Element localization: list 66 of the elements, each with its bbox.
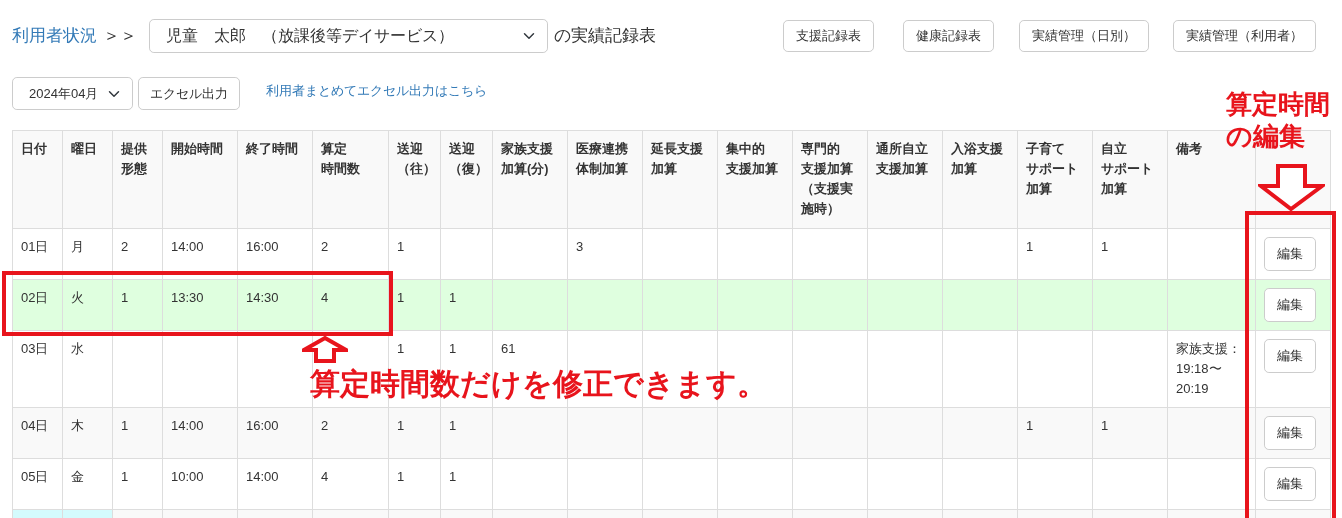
column-header: 延長支援 加算	[642, 130, 718, 229]
table-cell: 1	[388, 407, 441, 459]
export-button[interactable]: エクセル出力	[138, 77, 240, 110]
column-header: 家族支援 加算(分)	[492, 130, 568, 229]
page-title: の実績記録表	[554, 24, 656, 47]
column-header: 送迎 （往）	[388, 130, 441, 229]
table-cell: 14:00	[162, 407, 238, 459]
table-cell: 1	[440, 458, 493, 510]
arrow-icon	[302, 336, 348, 363]
table-cell: 04日	[12, 407, 63, 459]
table-cell: 1	[1017, 407, 1093, 459]
edit-button[interactable]: 編集	[1264, 416, 1316, 450]
table-cell: 1	[112, 279, 163, 331]
edit-button[interactable]: 編集	[1264, 288, 1316, 322]
breadcrumb-separator: ＞＞	[103, 24, 137, 47]
bulk-export-link[interactable]: 利用者まとめてエクセル出力はこちら	[266, 81, 487, 101]
table-cell: 木	[62, 407, 113, 459]
column-header: 子育て サポート 加算	[1017, 130, 1093, 229]
column-header: 通所自立 支援加算	[867, 130, 943, 229]
nav-button[interactable]: 実績管理（日別）	[1019, 19, 1149, 52]
column-header: 自立 サポート 加算	[1092, 130, 1168, 229]
table-cell: 1	[440, 407, 493, 459]
column-header: 入浴支援 加算	[942, 130, 1018, 229]
column-header: 送迎 （復）	[440, 130, 493, 229]
table-cell: 1	[1092, 228, 1168, 280]
column-header: 専門的 支援加算 （支援実 施時）	[792, 130, 868, 229]
annotation-text: 算定時間数だけを修正できます。	[310, 366, 767, 402]
edit-button[interactable]: 編集	[1264, 237, 1316, 271]
column-header: 算定 時間数	[312, 130, 389, 229]
column-header: 曜日	[62, 130, 113, 229]
column-header: 提供 形態	[112, 130, 163, 229]
column-header: 日付	[12, 130, 63, 229]
table-cell: 14:00	[237, 458, 313, 510]
annotation-text: 算定時間 の編集	[1226, 88, 1330, 152]
column-header: 医療連携 体制加算	[567, 130, 643, 229]
edit-button[interactable]: 編集	[1264, 467, 1316, 501]
breadcrumb-link[interactable]: 利用者状況	[12, 22, 97, 49]
column-header: 終了時間	[237, 130, 313, 229]
user-select[interactable]: 児童 太郎 （放課後等デイサービス）	[149, 18, 548, 53]
table-cell: 1	[112, 458, 163, 510]
table-cell: 10:00	[162, 458, 238, 510]
table-cell: 1	[440, 279, 493, 331]
table-cell: 1	[1017, 228, 1093, 280]
table-cell: 1	[112, 407, 163, 459]
edit-button[interactable]: 編集	[1264, 339, 1316, 373]
table-cell: 4	[312, 279, 389, 331]
nav-button[interactable]: 実績管理（利用者）	[1173, 19, 1316, 52]
column-header: 集中的 支援加算	[717, 130, 793, 229]
table-cell: 05日	[12, 458, 63, 510]
table-cell: 1	[388, 458, 441, 510]
table-cell: 13:30	[162, 279, 238, 331]
table-cell: 14:30	[237, 279, 313, 331]
table-cell: 16:00	[237, 407, 313, 459]
table-cell: 02日	[12, 279, 63, 331]
table-cell: 1	[1092, 407, 1168, 459]
table-cell: 3	[567, 228, 643, 280]
nav-button[interactable]: 健康記録表	[903, 19, 994, 52]
table-cell: 金	[62, 458, 113, 510]
column-header: 開始時間	[162, 130, 238, 229]
table-cell: 4	[312, 458, 389, 510]
month-select[interactable]: 2024年04月	[12, 77, 133, 110]
arrow-icon	[1258, 164, 1325, 211]
table-cell: 火	[62, 279, 113, 331]
table-cell: 家族支援： 19:18〜 20:19	[1167, 330, 1256, 408]
table-cell: 2	[312, 407, 389, 459]
nav-button[interactable]: 支援記録表	[783, 19, 874, 52]
